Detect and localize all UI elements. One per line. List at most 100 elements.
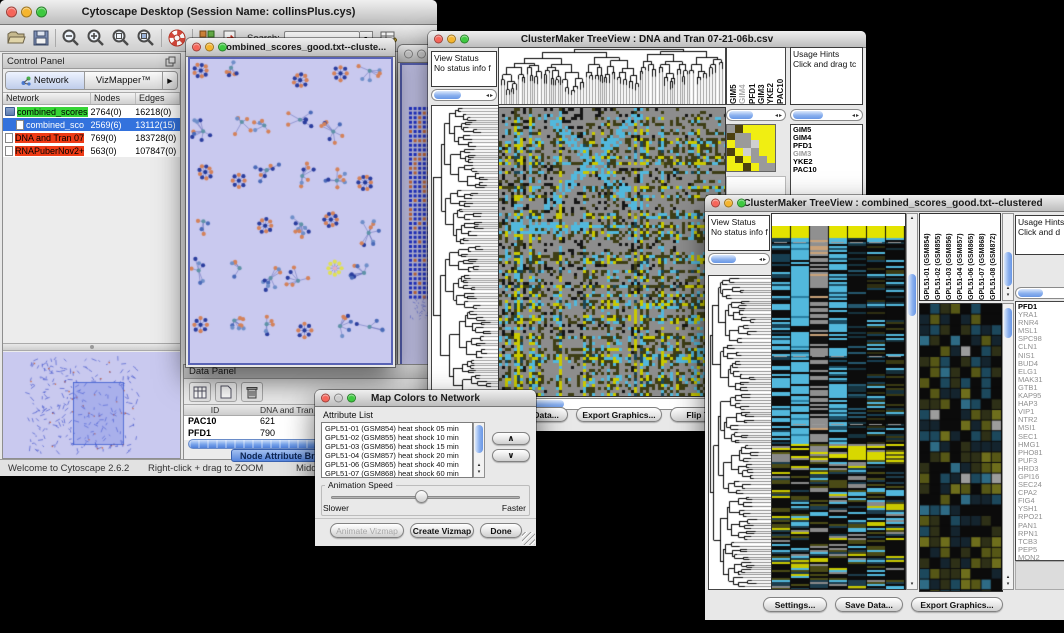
new-attribute-icon[interactable] <box>215 382 237 402</box>
gene-list-item[interactable]: MON2 <box>1018 554 1064 561</box>
zoom-window-icon[interactable] <box>737 199 746 208</box>
network-row[interactable]: RNAPuberNov2+563(0)107847(0) <box>3 144 180 157</box>
open-folder-icon[interactable] <box>6 29 26 47</box>
tv1-genelist-hscrollbar[interactable]: ◂▸ <box>790 109 863 121</box>
minimize-icon[interactable] <box>21 7 32 18</box>
zoom-out-icon[interactable] <box>61 28 81 48</box>
gene-list-item[interactable]: PAC10 <box>793 166 862 174</box>
zoom-window-icon[interactable] <box>218 43 227 52</box>
attribute-list-label: Attribute List <box>323 410 373 420</box>
minimize-icon[interactable] <box>447 35 456 44</box>
column-header[interactable]: Edges <box>136 93 180 104</box>
resize-grip-icon[interactable] <box>522 532 535 545</box>
move-down-button[interactable]: ∨ <box>492 449 530 462</box>
matrix-cell <box>767 156 775 164</box>
save-icon[interactable] <box>32 29 50 47</box>
zoom-window-icon[interactable] <box>460 35 469 44</box>
tv2-view-status: View Status No status info f <box>708 215 770 251</box>
select-attributes-icon[interactable] <box>189 382 211 402</box>
network-count: 769(0) <box>91 133 136 143</box>
matrix-cell <box>743 125 751 133</box>
network-row[interactable]: combined_sco2569(6)13112(15) <box>3 118 180 131</box>
matrix-cell <box>759 133 767 141</box>
help-lifesaver-icon[interactable] <box>167 28 187 48</box>
attribute-list-item[interactable]: GPL51-04 (GSM857) heat shock 20 min <box>325 451 472 460</box>
network-view[interactable] <box>188 57 393 365</box>
tv1-top-dendrogram-canvas[interactable] <box>498 47 726 105</box>
close-icon[interactable] <box>321 394 330 403</box>
tv2-settings-button[interactable]: Settings... <box>763 597 827 612</box>
attribute-list-item[interactable]: GPL51-06 (GSM865) heat shock 40 min <box>325 460 472 469</box>
close-icon[interactable] <box>434 35 443 44</box>
minimize-icon[interactable] <box>334 394 343 403</box>
close-icon[interactable] <box>711 199 720 208</box>
status-welcome: Welcome to Cytoscape 2.6.2 <box>8 463 129 474</box>
tv2-view-status-line2: No status info f <box>711 227 767 237</box>
zoom-fit-icon[interactable] <box>111 28 131 48</box>
matrix-cell <box>735 148 743 156</box>
tab-vizmapper[interactable]: VizMapper™ <box>85 72 164 89</box>
close-icon[interactable] <box>404 49 413 58</box>
column-header[interactable]: Nodes <box>91 93 136 104</box>
zoom-selected-icon[interactable] <box>136 28 156 48</box>
tv1-usage-hints: Usage Hints Click and drag tc <box>790 47 863 105</box>
minimize-icon[interactable] <box>417 49 426 58</box>
tv1-matrix-hscrollbar[interactable]: ◂▸ <box>726 109 786 121</box>
network-canvas[interactable] <box>190 59 391 363</box>
close-icon[interactable] <box>6 7 17 18</box>
matrix-cell <box>751 140 759 148</box>
network-window-titlebar[interactable]: combined_scores_good.txt--cluste... <box>186 38 395 57</box>
zoom-window-icon[interactable] <box>36 7 47 18</box>
close-icon[interactable] <box>192 43 201 52</box>
tv1-correlation-matrix[interactable] <box>726 124 776 172</box>
dialog-titlebar[interactable]: Map Colors to Network <box>315 390 536 407</box>
tv2-heatmap-vscrollbar[interactable]: ▴ ▾ <box>906 213 918 590</box>
treeview2-titlebar[interactable]: ClusterMaker TreeView : combined_scores_… <box>705 195 1064 212</box>
zoom-window-icon[interactable] <box>347 394 356 403</box>
tv2-zoom-heatmap-canvas[interactable] <box>919 303 1003 592</box>
delete-attribute-trash-icon[interactable] <box>241 382 263 402</box>
matrix-cell <box>727 133 735 141</box>
move-up-button[interactable]: ∧ <box>492 432 530 445</box>
animation-speed-slider-thumb[interactable] <box>415 490 428 503</box>
attribute-list-item[interactable]: GPL51-07 (GSM868) heat shock 60 min <box>325 469 472 478</box>
tv1-left-hscrollbar[interactable]: ◂▸ <box>431 89 497 101</box>
network-icon <box>21 76 31 86</box>
animate-vizmap-button[interactable]: Animate Vizmap <box>330 523 404 538</box>
attribute-list-item[interactable]: GPL51-02 (GSM855) heat shock 10 min <box>325 433 472 442</box>
create-vizmap-button[interactable]: Create Vizmap <box>410 523 474 538</box>
matrix-cell <box>743 133 751 141</box>
tab-overflow-arrow-icon[interactable]: ▶ <box>163 72 177 89</box>
main-titlebar[interactable]: Cytoscape Desktop (Session Name: collins… <box>0 0 437 25</box>
tab-network[interactable]: Network <box>6 72 85 89</box>
tv2-left-dendrogram-canvas[interactable] <box>708 275 772 590</box>
overview-divider-handle[interactable] <box>3 343 180 351</box>
tv2-export-graphics-button[interactable]: Export Graphics... <box>911 597 1003 612</box>
float-panel-icon[interactable] <box>165 56 176 67</box>
tv2-gene-list[interactable]: PFD1YRA1RNR4MSL1SPC98CLN1NIS1BUD4ELG1MAK… <box>1015 301 1064 561</box>
minimize-icon[interactable] <box>724 199 733 208</box>
attribute-list-vscrollbar[interactable]: ▴▾ <box>473 422 485 478</box>
tv2-labels-vscrollbar[interactable]: ▴▾ <box>1002 213 1014 301</box>
tv2-zoom-vscrollbar[interactable]: ▴▾ <box>1002 303 1014 590</box>
attribute-list-item[interactable]: GPL51-01 (GSM854) heat shock 05 min <box>325 424 472 433</box>
tv2-save-data-button[interactable]: Save Data... <box>835 597 903 612</box>
matrix-cell <box>743 148 751 156</box>
tv1-left-dendrogram-canvas[interactable] <box>431 105 499 397</box>
done-button[interactable]: Done <box>480 523 522 538</box>
tv2-genelist-hscrollbar[interactable]: ◂▸ <box>1015 287 1064 299</box>
minimize-icon[interactable] <box>205 43 214 52</box>
column-header[interactable]: Network <box>3 93 91 104</box>
network-overview-canvas[interactable] <box>3 352 180 458</box>
tv1-heatmap-canvas[interactable] <box>498 107 726 397</box>
treeview1-titlebar[interactable]: ClusterMaker TreeView : DNA and Tran 07-… <box>428 31 866 48</box>
tv2-heatmap-canvas[interactable] <box>772 226 905 589</box>
tv1-export-graphics-button[interactable]: Export Graphics... <box>576 407 662 422</box>
attribute-list[interactable]: GPL51-01 (GSM854) heat shock 05 minGPL51… <box>321 422 473 478</box>
network-row[interactable]: DNA and Tran 07769(0)183728(0) <box>3 131 180 144</box>
zoom-in-icon[interactable] <box>86 28 106 48</box>
network-row[interactable]: combined_scores2764(0)16218(0) <box>3 105 180 118</box>
column-header[interactable]: ID <box>184 405 242 415</box>
attribute-list-item[interactable]: GPL51-03 (GSM856) heat shock 15 min <box>325 442 472 451</box>
tv2-left-hscrollbar[interactable]: ◂▸ <box>708 253 770 265</box>
